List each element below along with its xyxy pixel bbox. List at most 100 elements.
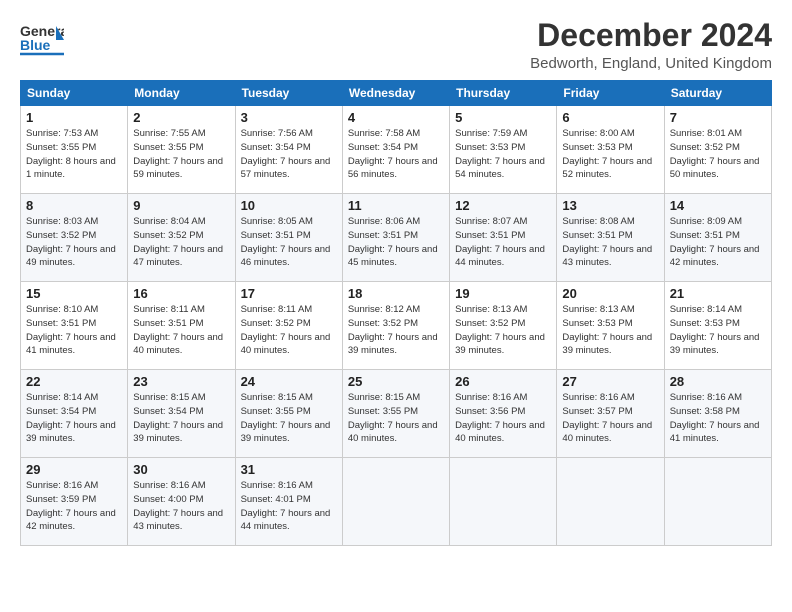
day-info: Sunrise: 8:16 AMSunset: 4:01 PMDaylight:…: [241, 479, 337, 534]
day-info: Sunrise: 7:59 AMSunset: 3:53 PMDaylight:…: [455, 127, 551, 182]
day-info: Sunrise: 8:08 AMSunset: 3:51 PMDaylight:…: [562, 215, 658, 270]
day-number: 1: [26, 110, 122, 125]
calendar-week-row: 1 Sunrise: 7:53 AMSunset: 3:55 PMDaylight…: [21, 106, 772, 194]
day-info: Sunrise: 7:53 AMSunset: 3:55 PMDaylight:…: [26, 127, 122, 182]
day-info: Sunrise: 8:04 AMSunset: 3:52 PMDaylight:…: [133, 215, 229, 270]
day-info: Sunrise: 8:03 AMSunset: 3:52 PMDaylight:…: [26, 215, 122, 270]
day-number: 3: [241, 110, 337, 125]
calendar-cell: 9 Sunrise: 8:04 AMSunset: 3:52 PMDaylight…: [128, 194, 235, 282]
day-info: Sunrise: 8:10 AMSunset: 3:51 PMDaylight:…: [26, 303, 122, 358]
calendar-table: SundayMondayTuesdayWednesdayThursdayFrid…: [20, 80, 772, 546]
day-number: 12: [455, 198, 551, 213]
day-number: 28: [670, 374, 766, 389]
calendar-header-thursday: Thursday: [450, 81, 557, 106]
day-number: 20: [562, 286, 658, 301]
calendar-cell: 4 Sunrise: 7:58 AMSunset: 3:54 PMDaylight…: [342, 106, 449, 194]
day-info: Sunrise: 7:56 AMSunset: 3:54 PMDaylight:…: [241, 127, 337, 182]
svg-text:Blue: Blue: [20, 37, 51, 53]
calendar-cell: 12 Sunrise: 8:07 AMSunset: 3:51 PMDayligh…: [450, 194, 557, 282]
day-info: Sunrise: 8:16 AMSunset: 3:56 PMDaylight:…: [455, 391, 551, 446]
day-info: Sunrise: 8:15 AMSunset: 3:54 PMDaylight:…: [133, 391, 229, 446]
day-info: Sunrise: 7:58 AMSunset: 3:54 PMDaylight:…: [348, 127, 444, 182]
day-number: 31: [241, 462, 337, 477]
day-number: 6: [562, 110, 658, 125]
calendar-header-tuesday: Tuesday: [235, 81, 342, 106]
calendar-cell: 8Sunrise: 8:03 AMSunset: 3:52 PMDaylight…: [21, 194, 128, 282]
day-number: 29: [26, 462, 122, 477]
calendar-header-row: SundayMondayTuesdayWednesdayThursdayFrid…: [21, 81, 772, 106]
day-number: 11: [348, 198, 444, 213]
day-info: Sunrise: 8:16 AMSunset: 3:59 PMDaylight:…: [26, 479, 122, 534]
calendar-cell: 26 Sunrise: 8:16 AMSunset: 3:56 PMDayligh…: [450, 370, 557, 458]
day-number: 5: [455, 110, 551, 125]
calendar-week-row: 15 Sunrise: 8:10 AMSunset: 3:51 PMDayligh…: [21, 282, 772, 370]
day-number: 18: [348, 286, 444, 301]
day-number: 4: [348, 110, 444, 125]
day-info: Sunrise: 8:14 AMSunset: 3:54 PMDaylight:…: [26, 391, 122, 446]
calendar-cell: 20Sunrise: 8:13 AMSunset: 3:53 PMDayligh…: [557, 282, 664, 370]
calendar-cell: [664, 458, 771, 546]
day-number: 22: [26, 374, 122, 389]
day-info: Sunrise: 8:12 AMSunset: 3:52 PMDaylight:…: [348, 303, 444, 358]
day-number: 26: [455, 374, 551, 389]
calendar-cell: 7 Sunrise: 8:01 AMSunset: 3:52 PMDaylight…: [664, 106, 771, 194]
calendar-cell: 14Sunrise: 8:09 AMSunset: 3:51 PMDayligh…: [664, 194, 771, 282]
calendar-cell: [450, 458, 557, 546]
main-title: December 2024: [530, 18, 772, 53]
title-block: December 2024 Bedworth, England, United …: [530, 18, 772, 72]
calendar-header-wednesday: Wednesday: [342, 81, 449, 106]
day-info: Sunrise: 8:11 AMSunset: 3:52 PMDaylight:…: [241, 303, 337, 358]
calendar-header-saturday: Saturday: [664, 81, 771, 106]
day-info: Sunrise: 8:13 AMSunset: 3:52 PMDaylight:…: [455, 303, 551, 358]
calendar-cell: 11Sunrise: 8:06 AMSunset: 3:51 PMDayligh…: [342, 194, 449, 282]
calendar-cell: 10 Sunrise: 8:05 AMSunset: 3:51 PMDayligh…: [235, 194, 342, 282]
calendar-cell: 27Sunrise: 8:16 AMSunset: 3:57 PMDayligh…: [557, 370, 664, 458]
day-number: 9: [133, 198, 229, 213]
day-info: Sunrise: 8:14 AMSunset: 3:53 PMDaylight:…: [670, 303, 766, 358]
day-number: 27: [562, 374, 658, 389]
calendar-cell: 3 Sunrise: 7:56 AMSunset: 3:54 PMDaylight…: [235, 106, 342, 194]
day-info: Sunrise: 8:15 AMSunset: 3:55 PMDaylight:…: [241, 391, 337, 446]
day-number: 23: [133, 374, 229, 389]
day-number: 30: [133, 462, 229, 477]
calendar-cell: [342, 458, 449, 546]
day-info: Sunrise: 8:11 AMSunset: 3:51 PMDaylight:…: [133, 303, 229, 358]
subtitle: Bedworth, England, United Kingdom: [530, 55, 772, 72]
calendar-cell: 16 Sunrise: 8:11 AMSunset: 3:51 PMDayligh…: [128, 282, 235, 370]
day-info: Sunrise: 8:05 AMSunset: 3:51 PMDaylight:…: [241, 215, 337, 270]
day-number: 19: [455, 286, 551, 301]
calendar-header-monday: Monday: [128, 81, 235, 106]
header: General Blue December 2024 Bedworth, Eng…: [20, 18, 772, 72]
day-number: 15: [26, 286, 122, 301]
calendar-week-row: 8Sunrise: 8:03 AMSunset: 3:52 PMDaylight…: [21, 194, 772, 282]
calendar-cell: 13Sunrise: 8:08 AMSunset: 3:51 PMDayligh…: [557, 194, 664, 282]
day-info: Sunrise: 8:16 AMSunset: 4:00 PMDaylight:…: [133, 479, 229, 534]
calendar-cell: 2Sunrise: 7:55 AMSunset: 3:55 PMDaylight…: [128, 106, 235, 194]
day-info: Sunrise: 8:01 AMSunset: 3:52 PMDaylight:…: [670, 127, 766, 182]
page: General Blue December 2024 Bedworth, Eng…: [0, 0, 792, 558]
logo: General Blue: [20, 18, 64, 62]
logo-icon: General Blue: [20, 18, 64, 62]
day-number: 24: [241, 374, 337, 389]
calendar-cell: 19 Sunrise: 8:13 AMSunset: 3:52 PMDayligh…: [450, 282, 557, 370]
calendar-cell: 24 Sunrise: 8:15 AMSunset: 3:55 PMDayligh…: [235, 370, 342, 458]
calendar-cell: 5 Sunrise: 7:59 AMSunset: 3:53 PMDaylight…: [450, 106, 557, 194]
calendar-cell: 21 Sunrise: 8:14 AMSunset: 3:53 PMDayligh…: [664, 282, 771, 370]
day-info: Sunrise: 8:16 AMSunset: 3:58 PMDaylight:…: [670, 391, 766, 446]
calendar-cell: 6 Sunrise: 8:00 AMSunset: 3:53 PMDaylight…: [557, 106, 664, 194]
calendar-week-row: 22 Sunrise: 8:14 AMSunset: 3:54 PMDayligh…: [21, 370, 772, 458]
day-number: 16: [133, 286, 229, 301]
day-number: 7: [670, 110, 766, 125]
day-info: Sunrise: 8:00 AMSunset: 3:53 PMDaylight:…: [562, 127, 658, 182]
day-number: 10: [241, 198, 337, 213]
day-info: Sunrise: 8:09 AMSunset: 3:51 PMDaylight:…: [670, 215, 766, 270]
calendar-cell: 17Sunrise: 8:11 AMSunset: 3:52 PMDayligh…: [235, 282, 342, 370]
calendar-header-sunday: Sunday: [21, 81, 128, 106]
calendar-cell: 25Sunrise: 8:15 AMSunset: 3:55 PMDayligh…: [342, 370, 449, 458]
day-info: Sunrise: 8:07 AMSunset: 3:51 PMDaylight:…: [455, 215, 551, 270]
calendar-cell: [557, 458, 664, 546]
day-number: 25: [348, 374, 444, 389]
calendar-cell: 18 Sunrise: 8:12 AMSunset: 3:52 PMDayligh…: [342, 282, 449, 370]
day-number: 21: [670, 286, 766, 301]
calendar-week-row: 29 Sunrise: 8:16 AMSunset: 3:59 PMDayligh…: [21, 458, 772, 546]
